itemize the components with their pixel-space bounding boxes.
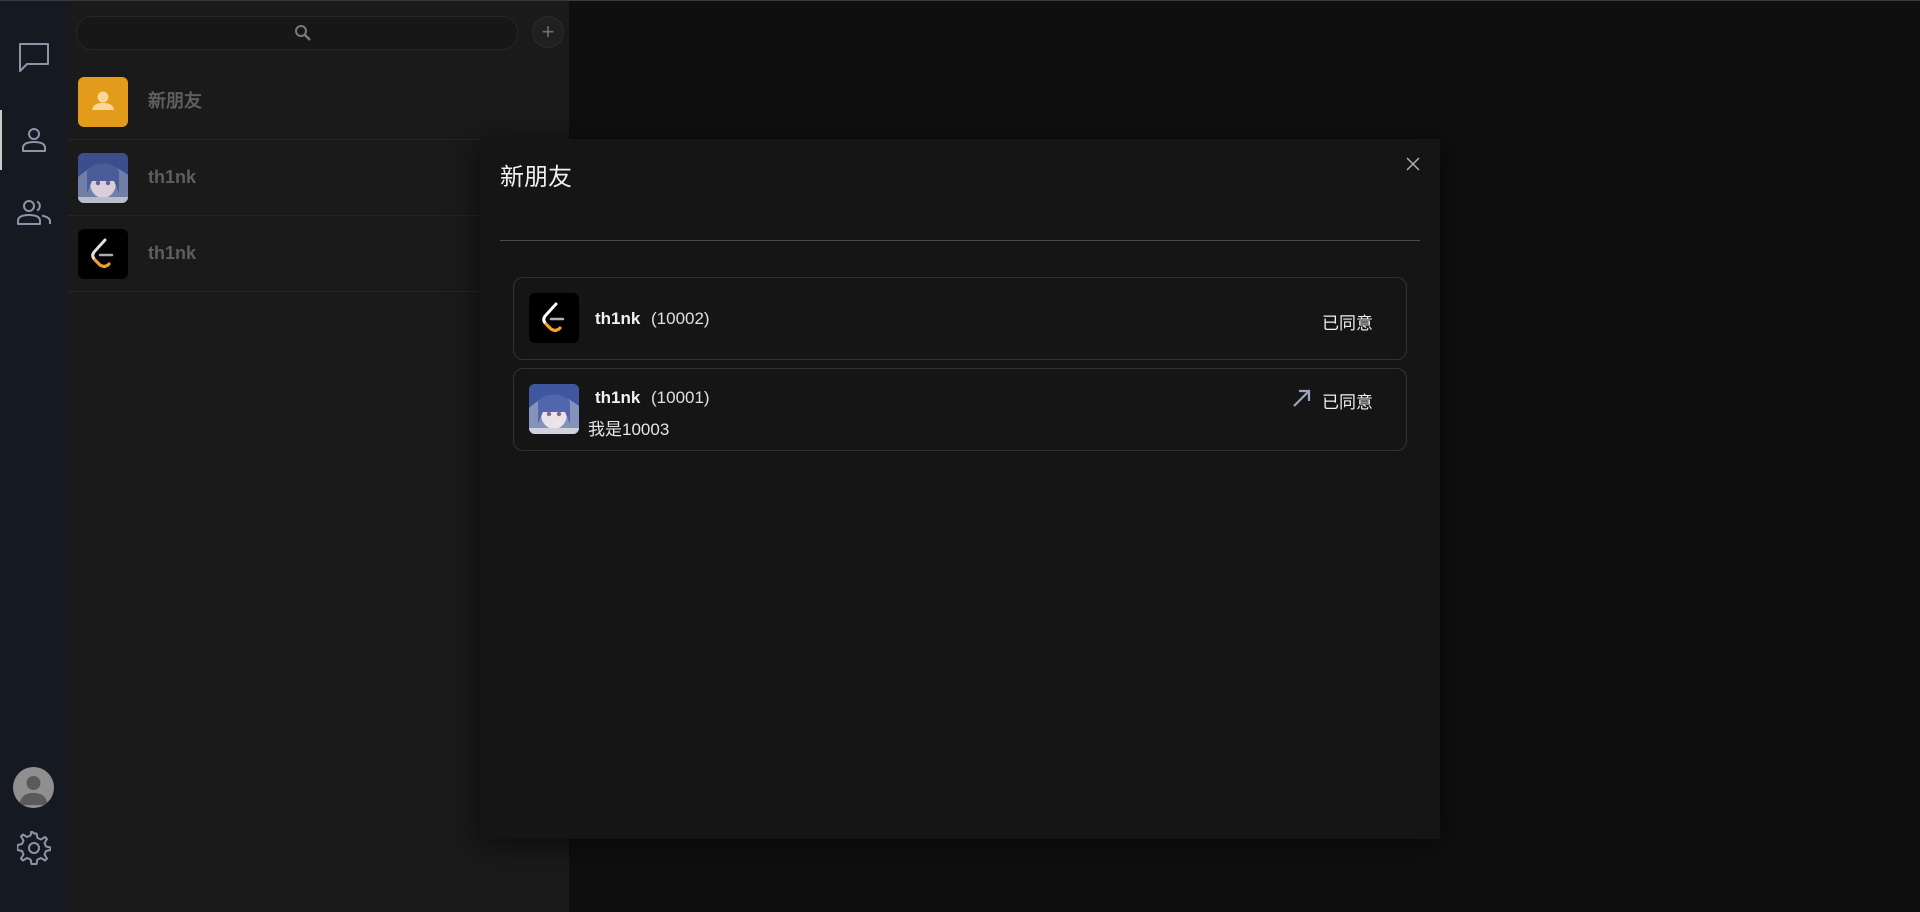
request-name: th1nk: [595, 309, 641, 328]
outgoing-arrow-icon: [1293, 389, 1311, 407]
contact-name: th1nk: [148, 243, 197, 263]
search-input[interactable]: [76, 16, 518, 50]
request-id: (10002): [651, 309, 710, 328]
nav-rail: [0, 1, 67, 912]
avatar-icon: [19, 776, 48, 805]
leetcode-avatar: [529, 293, 579, 343]
contact-name: th1nk: [148, 167, 197, 187]
friend-request-item[interactable]: th1nk (10001) 我是10003 已同意: [513, 368, 1407, 451]
nav-chat[interactable]: [0, 27, 67, 87]
close-icon[interactable]: [1403, 154, 1423, 174]
settings-button[interactable]: [0, 818, 67, 878]
request-name: th1nk: [595, 388, 641, 407]
anime-avatar: [78, 153, 128, 203]
anime-avatar: [529, 384, 579, 434]
nav-groups[interactable]: [0, 182, 67, 242]
gear-icon: [16, 831, 51, 865]
contact-item-new-friends[interactable]: 新朋友: [67, 63, 569, 140]
chat-bubble-icon: [18, 43, 49, 72]
person-icon: [21, 128, 46, 152]
person-icon: [92, 91, 114, 110]
nav-contacts[interactable]: [0, 110, 67, 170]
group-icon: [16, 200, 51, 225]
request-status: 已同意: [1322, 393, 1373, 412]
add-contact-button[interactable]: +: [532, 16, 564, 48]
dialog-divider: [500, 240, 1420, 241]
request-id: (10001): [651, 388, 710, 407]
friend-request-item[interactable]: th1nk (10002) 已同意: [513, 277, 1407, 360]
new-friend-avatar: [78, 77, 128, 127]
profile-avatar[interactable]: [13, 767, 54, 808]
request-status: 已同意: [1322, 314, 1373, 333]
search-icon: [295, 25, 311, 41]
request-message: 我是10003: [588, 420, 670, 439]
new-friends-dialog: 新朋友 th1nk (10002) 已同意 th1nk (10001) 我是10…: [480, 139, 1440, 839]
leetcode-avatar: [78, 229, 128, 279]
contact-name: 新朋友: [148, 91, 202, 111]
dialog-title: 新朋友: [500, 164, 572, 191]
